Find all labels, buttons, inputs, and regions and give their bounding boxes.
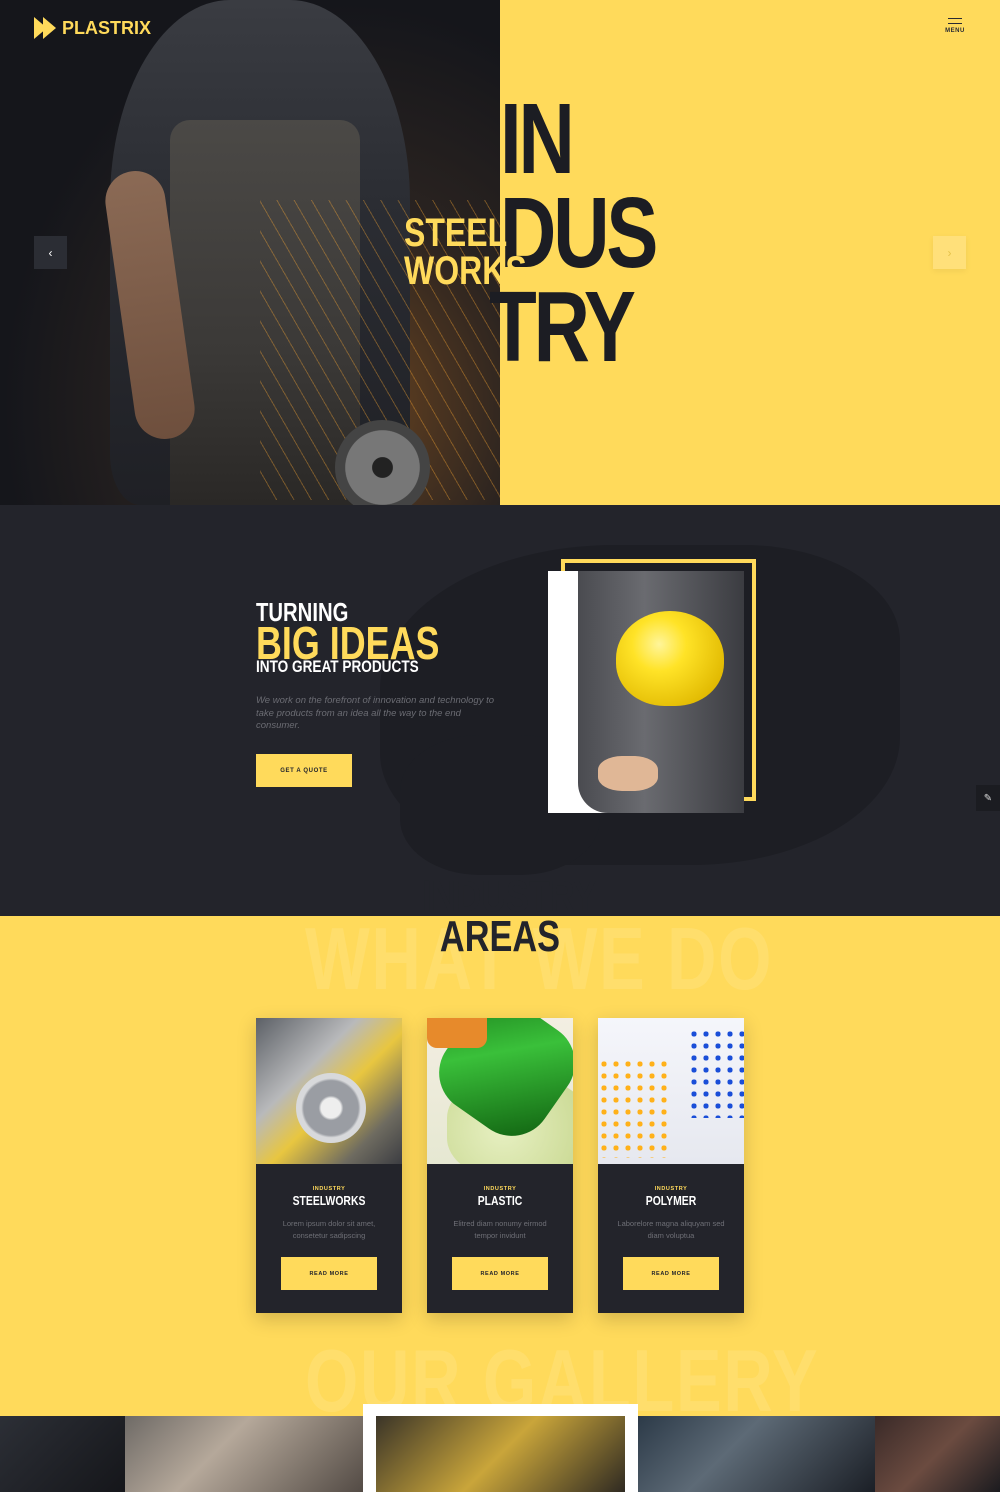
hero-headline: IN DUS TRY [489,83,658,377]
card-category: INDUSTRY [483,1186,517,1192]
slider-next-button[interactable]: › [933,236,966,269]
card-description: Laborelore magna aliquyam sed diam volup… [617,1219,725,1240]
menu-button[interactable]: MENU [944,18,966,34]
card-title: POLYMER [645,1193,697,1208]
card-category: INDUSTRY [312,1186,346,1192]
gallery-image-4[interactable] [638,1416,875,1492]
read-more-button[interactable]: READ MORE [452,1257,548,1290]
style-switcher-button[interactable]: ✎ [976,785,1000,811]
industry-card-polymer[interactable]: INDUSTRY POLYMER Laborelore magna aliquy… [598,1018,744,1313]
industry-card-steelworks[interactable]: INDUSTRY STEELWORKS Lorem ipsum dolor si… [256,1018,402,1313]
gallery-image-5[interactable] [875,1416,1000,1492]
hero-headline-line-3: TRY [489,271,636,383]
hero-subheadline: STEEL WORKS [404,211,527,293]
card-category: INDUSTRY [654,1186,688,1192]
gallery-image-3[interactable] [376,1416,625,1492]
areas-title-line-2: AREAS [439,912,561,961]
industry-areas-title: INDUSTRY AREAS [422,872,597,961]
gallery-image-1[interactable] [0,1416,125,1492]
brand-logo[interactable]: PLASTRIX [34,17,151,39]
hero-sub-line-1: STEEL [404,211,508,255]
about-section: TURNING BIG IDEAS INTO GREAT PRODUCTS We… [0,505,1000,916]
plastic-image [427,1018,573,1164]
read-more-button[interactable]: READ MORE [623,1257,719,1290]
steelworks-image [256,1018,402,1164]
gallery-image-2[interactable] [125,1416,365,1492]
hamburger-icon [948,18,962,19]
areas-title-line-1: INDUSTRY [422,872,597,921]
polymer-image [598,1018,744,1164]
card-description: Lorem ipsum dolor sit amet, consetetur s… [282,1219,376,1240]
get-a-quote-button[interactable]: GET A QUOTE [256,754,352,787]
engineer-helmet-image [548,571,744,813]
logo-chevron-icon [34,17,58,39]
card-title: PLASTIC [477,1193,523,1208]
chevron-right-icon: › [947,245,952,260]
slider-prev-button[interactable]: ‹ [34,236,67,269]
hero-slider: PLASTRIX MENU IN DUS TRY STEEL WORKS ‹ › [0,0,1000,505]
read-more-button[interactable]: READ MORE [281,1257,377,1290]
hero-headline-line-1: IN [500,83,575,195]
industry-card-plastic[interactable]: INDUSTRY PLASTIC Elitred diam nonumy eir… [427,1018,573,1313]
about-description: We work on the forefront of innovation a… [256,695,495,731]
chevron-left-icon: ‹ [48,245,53,260]
brand-name: PLASTRIX [62,17,152,38]
menu-label: MENU [945,28,965,34]
card-title: STEELWORKS [292,1193,366,1208]
card-description: Elitred diam nonumy eirmod tempor invidu… [453,1219,547,1240]
about-heading-line-3: INTO GREAT PRODUCTS [256,657,419,676]
hero-sub-line-2: WORKS [404,249,527,293]
paintbrush-icon: ✎ [983,792,993,804]
